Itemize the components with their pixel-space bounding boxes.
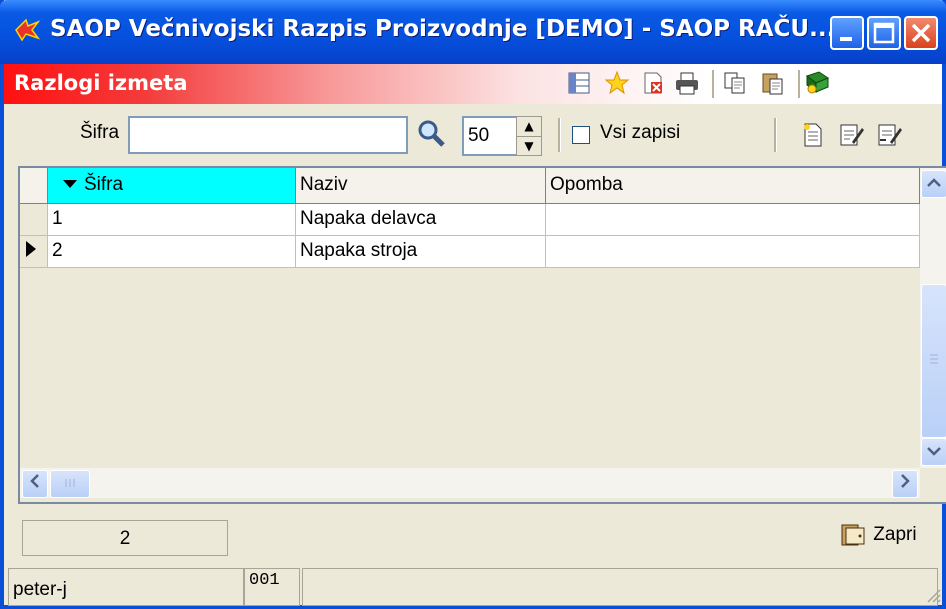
row-indicator[interactable] (20, 204, 48, 236)
records-grid[interactable]: Šifra Naziv Opomba 1 Napaka delavca 2 Na… (18, 166, 946, 504)
minimize-button[interactable] (830, 16, 864, 50)
toolbar-separator (798, 70, 801, 98)
status-extra (302, 568, 938, 606)
record-limit-input[interactable] (462, 116, 518, 156)
status-code: 001 (244, 568, 300, 606)
column-header-label: Naziv (300, 174, 348, 195)
filter-separator (774, 118, 777, 152)
delete-icon[interactable] (640, 70, 666, 96)
new-record-icon[interactable] (800, 122, 826, 148)
sifra-search-input[interactable] (128, 116, 408, 154)
sort-down-icon (63, 180, 77, 188)
column-header-naziv[interactable]: Naziv (296, 168, 546, 204)
app-logo-icon (15, 18, 40, 42)
close-button[interactable]: Zapri (838, 522, 917, 552)
column-header-label: Šifra (84, 174, 124, 195)
columns-icon[interactable] (566, 70, 592, 96)
toolbar-separator (712, 70, 715, 98)
table-cell-opomba[interactable] (546, 204, 920, 236)
record-count: 2 (22, 520, 228, 556)
resize-grip-icon[interactable] (926, 588, 942, 604)
vertical-scrollbar[interactable] (920, 168, 946, 468)
scroll-down-button[interactable] (921, 438, 946, 466)
paste-icon[interactable] (760, 70, 786, 96)
table-cell-sifra[interactable]: 1 (48, 204, 296, 236)
spin-down-icon[interactable]: ▼ (517, 137, 541, 156)
close-icon (911, 23, 931, 43)
column-header-opomba[interactable]: Opomba (546, 168, 920, 204)
spin-up-icon[interactable]: ▲ (517, 117, 541, 137)
current-row-pointer-icon (26, 241, 36, 257)
title-bar[interactable]: SAOP Večnivojski Razpis Proizvodnje [DEM… (0, 0, 946, 64)
horizontal-scrollbar[interactable] (20, 468, 920, 498)
all-records-checkbox[interactable] (572, 126, 590, 144)
app-window: SAOP Večnivojski Razpis Proizvodnje [DEM… (0, 0, 946, 609)
grip-icon (65, 479, 75, 487)
edit-record-icon[interactable] (838, 122, 864, 148)
star-icon[interactable] (604, 70, 630, 96)
table-cell-opomba[interactable] (546, 236, 920, 268)
scroll-thumb[interactable] (921, 284, 946, 438)
hscroll-thumb[interactable] (50, 470, 90, 498)
sifra-label: Šifra (80, 122, 120, 143)
chevron-up-icon (927, 178, 941, 187)
minimize-icon (840, 37, 852, 41)
grip-icon (930, 354, 938, 364)
indicator-header (20, 168, 48, 204)
table-cell-sifra[interactable]: 2 (48, 236, 296, 268)
filter-bar: Šifra ▲ ▼ Vsi zapisi (4, 104, 942, 164)
scroll-up-button[interactable] (921, 170, 946, 198)
table-cell-naziv[interactable]: Napaka delavca (296, 204, 546, 236)
edit-copy-icon[interactable] (876, 122, 902, 148)
status-user: peter-j (8, 568, 244, 606)
form-title: Razlogi izmeta (14, 71, 188, 95)
maximize-button[interactable] (867, 16, 901, 50)
column-header-sifra[interactable]: Šifra (48, 168, 296, 204)
status-bar: peter-j 001 (8, 568, 946, 609)
record-limit-spinner[interactable]: ▲ ▼ (516, 116, 542, 156)
print-icon[interactable] (674, 70, 700, 96)
maximize-icon (873, 22, 895, 44)
scroll-right-button[interactable] (892, 470, 918, 498)
window-title: SAOP Večnivojski Razpis Proizvodnje [DEM… (50, 16, 836, 42)
all-records-label: Vsi zapisi (600, 122, 681, 143)
table-cell-naziv[interactable]: Napaka stroja (296, 236, 546, 268)
chevron-down-icon (927, 447, 941, 456)
column-header-label: Opomba (550, 174, 623, 195)
row-indicator[interactable] (20, 236, 48, 268)
footer-bar: 2 Zapri (18, 510, 946, 558)
close-window-button[interactable] (904, 16, 938, 50)
chevron-left-icon (30, 474, 39, 488)
search-icon[interactable] (416, 118, 446, 148)
copy-icon[interactable] (722, 70, 748, 96)
chevron-right-icon (901, 474, 910, 488)
filter-separator (558, 118, 561, 152)
scroll-left-button[interactable] (22, 470, 48, 498)
close-button-label: Zapri (873, 524, 917, 546)
header-band: Razlogi izmeta (4, 64, 942, 104)
exit-door-icon (841, 524, 865, 546)
help-book-icon[interactable] (804, 70, 830, 96)
